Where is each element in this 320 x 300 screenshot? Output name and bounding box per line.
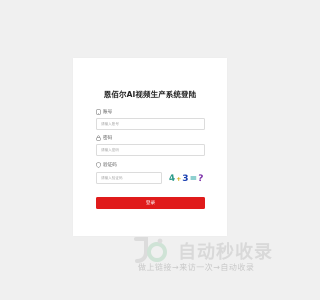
- captcha-label-row: 验证码: [96, 161, 117, 169]
- phone-icon: [96, 109, 101, 115]
- captcha-char: +: [176, 176, 182, 183]
- account-label-row: 账号: [96, 108, 112, 116]
- account-input[interactable]: 请输入账号: [96, 118, 205, 130]
- watermark-brand: 自动秒收录: [178, 242, 273, 263]
- captcha-label: 验证码: [103, 163, 117, 168]
- captcha-char: 4: [168, 173, 176, 185]
- shield-icon: [96, 162, 101, 168]
- password-label: 密码: [103, 136, 113, 141]
- captcha-image[interactable]: 4+3=?: [167, 172, 207, 186]
- password-label-row: 密码: [96, 134, 112, 142]
- captcha-char: 3: [182, 174, 189, 184]
- watermark-logo-icon: [134, 237, 167, 263]
- login-button[interactable]: 登录: [96, 197, 205, 209]
- captcha-placeholder: 请输入验证码: [101, 175, 123, 180]
- account-label: 账号: [103, 110, 113, 115]
- login-card: 恩佰尔AI视频生产系统登陆 账号 请输入账号 密码 请输入密码 验证码 请输入验…: [73, 58, 227, 236]
- login-page: 恩佰尔AI视频生产系统登陆 账号 请输入账号 密码 请输入密码 验证码 请输入验…: [0, 0, 300, 300]
- lock-icon: [96, 135, 101, 141]
- login-title: 恩佰尔AI视频生产系统登陆: [103, 90, 197, 99]
- password-input[interactable]: 请输入密码: [96, 144, 205, 156]
- captcha-input[interactable]: 请输入验证码: [96, 172, 162, 184]
- captcha-char: ?: [197, 173, 204, 185]
- watermark-slogan: 做上链接→来访一次→自动收录: [138, 263, 255, 272]
- captcha-char: =: [189, 174, 198, 184]
- account-placeholder: 请输入账号: [101, 121, 119, 126]
- password-placeholder: 请输入密码: [101, 147, 119, 152]
